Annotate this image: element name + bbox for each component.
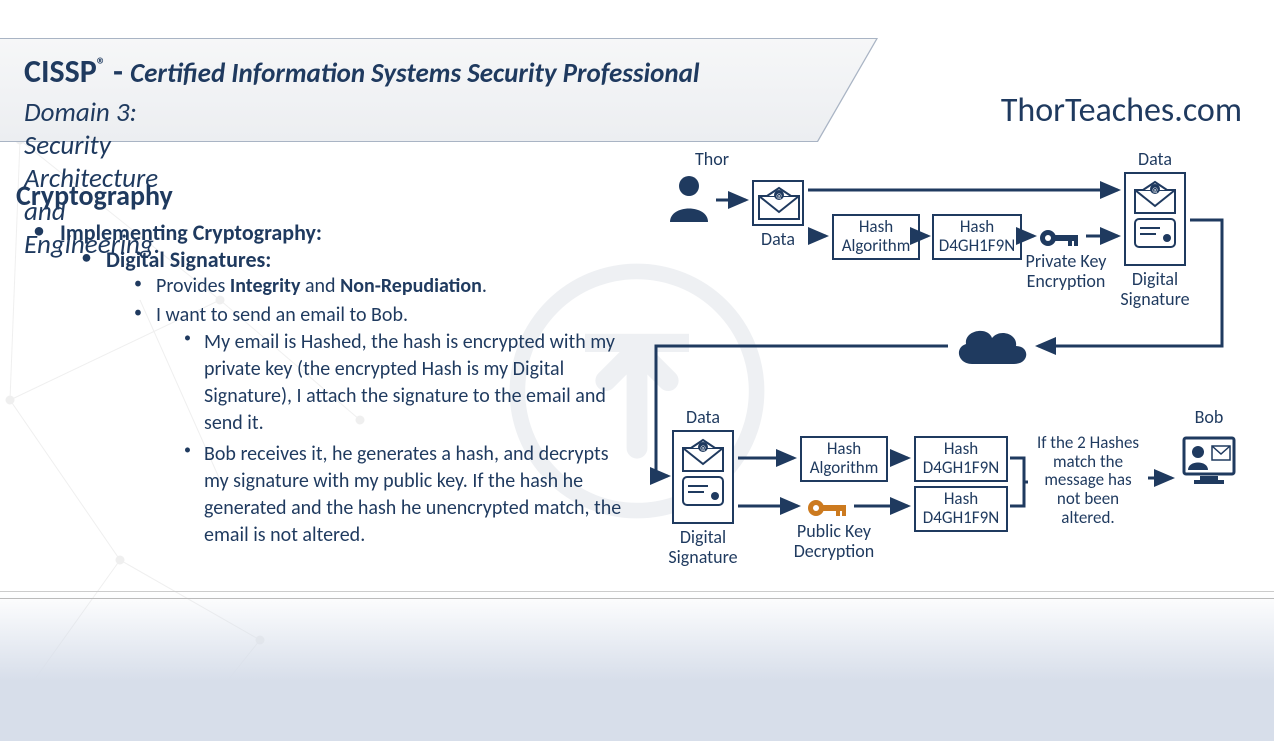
l3b-text: I want to send an email to Bob. bbox=[156, 303, 408, 327]
box-hash-alg-2: Hash Algorithm bbox=[800, 436, 888, 482]
key-icon-private bbox=[1038, 226, 1082, 250]
bullet-l4a: My email is Hashed, the hash is encrypte… bbox=[204, 329, 636, 437]
bullet-l2: Digital Signatures: Provides Integrity a… bbox=[106, 246, 636, 549]
site-label: ThorTeaches.com bbox=[1001, 90, 1242, 131]
label-bob: Bob bbox=[1184, 408, 1234, 428]
svg-text:@: @ bbox=[1152, 185, 1158, 194]
envelope-icon: @ bbox=[1134, 180, 1176, 214]
domain-line: Domain 3: Security Architecture and Engi… bbox=[24, 96, 161, 261]
trademark: ® bbox=[97, 53, 106, 75]
label-data-2: Data bbox=[1124, 150, 1186, 170]
package-data-sig-1: @ bbox=[1124, 172, 1186, 266]
label-pub-key: Public Key Decryption bbox=[786, 522, 882, 562]
label-dig-sig-1: Digital Signature bbox=[1114, 270, 1196, 310]
box-hash-val-3: Hash D4GH1F9N bbox=[914, 486, 1008, 532]
bob-monitor-icon bbox=[1178, 434, 1238, 490]
box-hash-val-2: Hash D4GH1F9N bbox=[914, 436, 1008, 482]
box-hash-val-1: Hash D4GH1F9N bbox=[932, 214, 1022, 260]
package-data-sig-2: @ bbox=[672, 430, 734, 524]
bullet-l4b: Bob receives it, he generates a hash, an… bbox=[204, 441, 636, 549]
label-priv-key: Private Key Encryption bbox=[1018, 252, 1114, 292]
data-box-1: @ bbox=[752, 180, 804, 226]
bullet-l3b: I want to send an email to Bob. My email… bbox=[156, 302, 636, 549]
svg-text:@: @ bbox=[776, 191, 782, 200]
title-dash: - bbox=[106, 52, 130, 91]
label-thor: Thor bbox=[682, 150, 742, 170]
signature-icon bbox=[1134, 218, 1176, 248]
bullet-l3a: Provides Integrity and Non-Repudiation. bbox=[156, 273, 636, 300]
box-hash-alg-1: Hash Algorithm bbox=[832, 214, 920, 260]
bullet-l1: Implementing Cryptography: Digital Signa… bbox=[60, 219, 636, 549]
l3a-post: . bbox=[482, 274, 487, 298]
l3a-b2: Non-Repudiation bbox=[340, 274, 482, 298]
cloud-icon bbox=[952, 324, 1032, 368]
label-match: If the 2 Hashes match the message has no… bbox=[1028, 434, 1148, 527]
key-icon-public bbox=[806, 496, 850, 520]
corner-logo-icon bbox=[1212, 683, 1256, 727]
l3a-pre: Provides bbox=[156, 274, 230, 298]
envelope-icon: @ bbox=[682, 438, 724, 472]
title-line: CISSP® - Certified Information Systems S… bbox=[24, 52, 700, 91]
signature-icon bbox=[682, 476, 724, 506]
title-main: CISSP bbox=[24, 52, 97, 91]
label-data-1: Data bbox=[752, 230, 804, 250]
l3a-b1: Integrity bbox=[230, 274, 301, 298]
title-subtitle: Certified Information Systems Security P… bbox=[130, 57, 699, 90]
label-dig-sig-2: Digital Signature bbox=[662, 528, 744, 568]
label-data-3: Data bbox=[672, 408, 734, 428]
svg-text:@: @ bbox=[700, 443, 706, 452]
diagram: Thor @ Data Hash Algorithm Hash D4GH1F9N… bbox=[640, 150, 1260, 600]
person-icon bbox=[666, 174, 712, 222]
envelope-icon: @ bbox=[758, 186, 800, 220]
bottom-fade bbox=[0, 591, 1274, 741]
l3a-mid: and bbox=[300, 274, 340, 298]
